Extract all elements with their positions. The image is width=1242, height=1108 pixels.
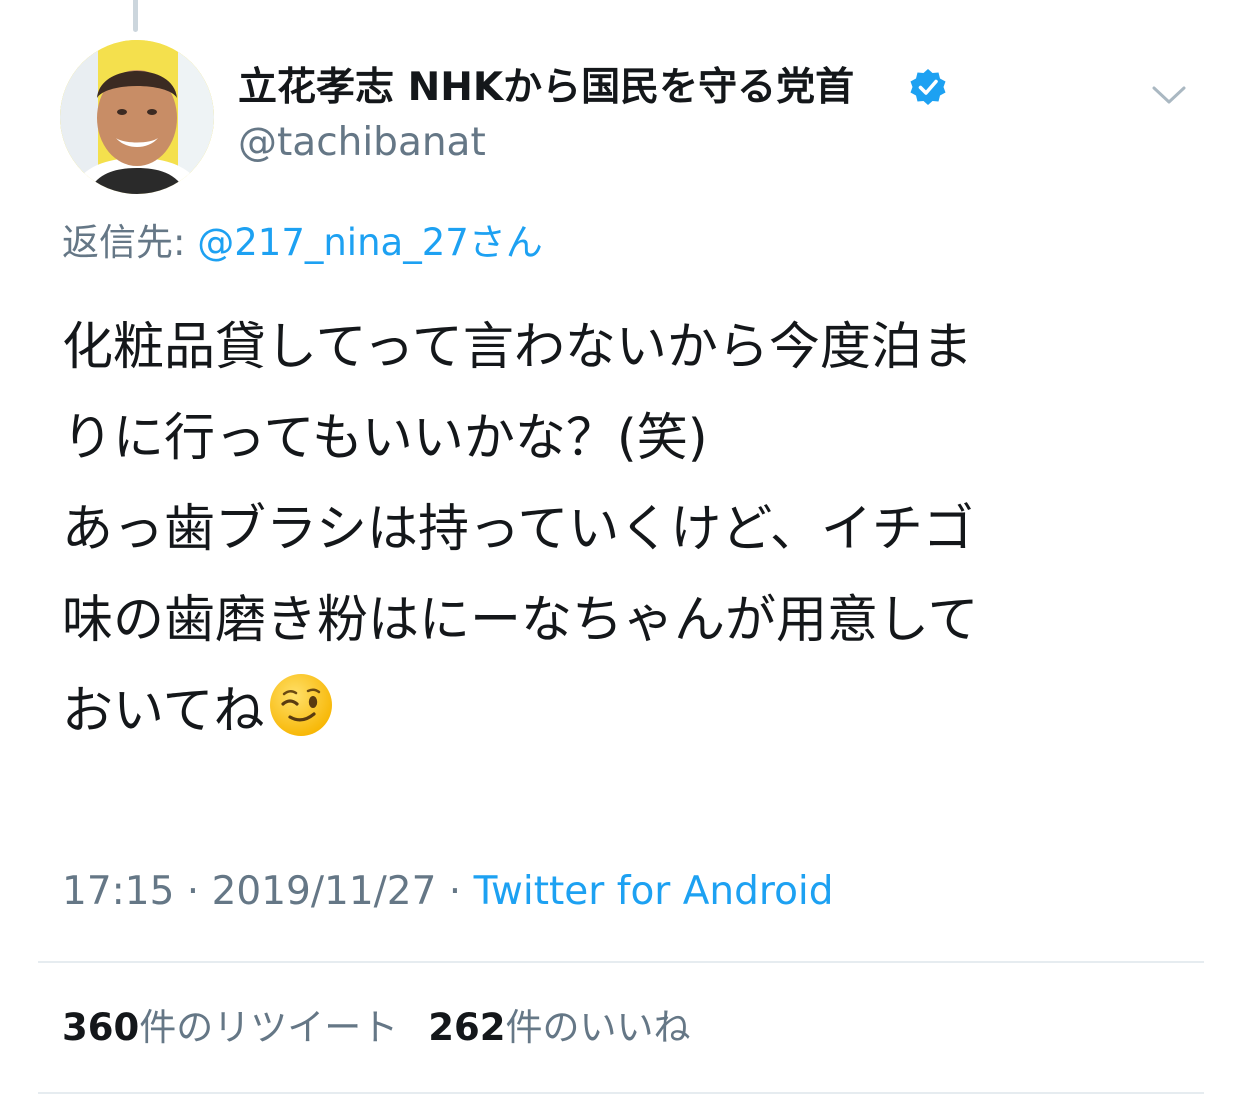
tweet-source-link[interactable]: Twitter for Android [474, 869, 834, 914]
tweet-text-line: 化粧品貸してって言わないから今度泊ま [62, 318, 973, 377]
likes-count: 262 [428, 1006, 506, 1049]
reply-to-mention-link[interactable]: @217_nina_27 [197, 221, 469, 264]
reply-to-line: 返信先: @217_nina_27さん [62, 218, 543, 268]
author-handle[interactable]: @tachibanat [238, 117, 486, 169]
thread-connector-line [133, 0, 138, 32]
divider [38, 1092, 1204, 1094]
meta-separator: · [436, 869, 474, 914]
likes-label: 件のいいね [505, 1006, 691, 1049]
avatar[interactable] [60, 40, 214, 194]
author-display-name[interactable]: 立花孝志 NHKから国民を守る党首 [238, 62, 854, 114]
retweets-count: 360 [62, 1006, 140, 1049]
tweet-stats: 360件のリツイート 262件のいいね [62, 1002, 690, 1054]
tweet-text-line: あっ歯ブラシは持っていくけど、イチゴ [62, 500, 974, 559]
tweet-text-line-last-text: おいてね [62, 682, 265, 741]
reply-to-suffix[interactable]: さん [469, 221, 543, 264]
verified-badge-icon [910, 69, 946, 105]
retweets-stat[interactable]: 360件のリツイート [62, 1006, 398, 1049]
chevron-down-icon[interactable] [1146, 78, 1192, 112]
retweets-label: 件のリツイート [139, 1006, 399, 1049]
tweet-date: 2019/11/27 [211, 869, 437, 914]
tweet-text-line: りに行ってもいいかな？(笑) [62, 409, 708, 468]
tweet-text-line-last: おいてね [62, 666, 1192, 757]
meta-separator: · [174, 869, 212, 914]
winking-face-emoji-icon [270, 674, 333, 736]
tweet-meta: 17:15 · 2019/11/27 · Twitter for Android [62, 866, 834, 918]
avatar-photo [60, 40, 214, 194]
likes-stat[interactable]: 262件のいいね [428, 1006, 690, 1049]
tweet-time: 17:15 [62, 869, 175, 914]
reply-to-prefix: 返信先: [62, 221, 198, 264]
tweet-text: 化粧品貸してって言わないから今度泊ま りに行ってもいいかな？(笑) あっ歯ブラシ… [62, 302, 1192, 757]
divider [38, 961, 1204, 963]
tweet-text-line: 味の歯磨き粉はにーなちゃんが用意して [62, 591, 979, 650]
